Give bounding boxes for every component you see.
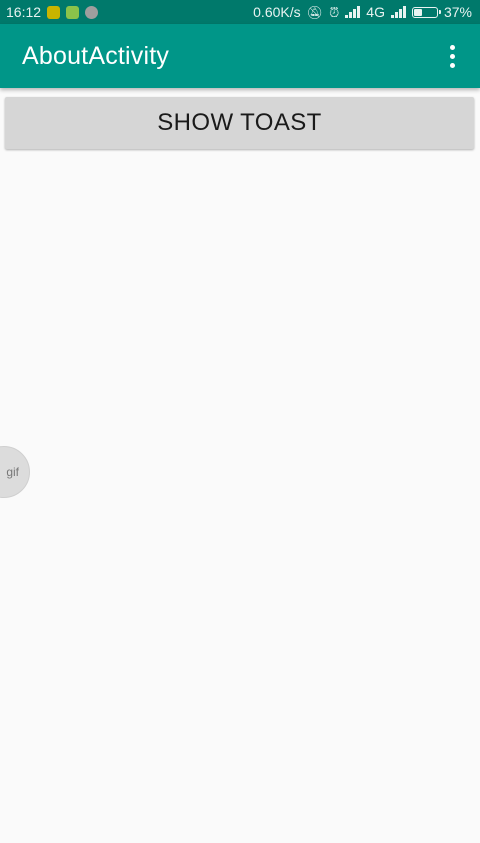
network-type: 4G bbox=[366, 4, 385, 20]
status-bar: 16:12 0.60K/s 🔕︎ ⏰︎ 4G 37% bbox=[0, 0, 480, 24]
app-notification-icon bbox=[47, 5, 61, 19]
alarm-icon: ⏰︎ bbox=[329, 4, 340, 20]
network-speed: 0.60K/s bbox=[253, 4, 301, 20]
signal-icon bbox=[390, 6, 406, 18]
status-bar-left: 16:12 bbox=[6, 4, 99, 20]
show-toast-button[interactable]: SHOW TOAST bbox=[5, 97, 474, 149]
battery-percent: 37% bbox=[443, 4, 472, 20]
status-bar-right: 0.60K/s 🔕︎ ⏰︎ 4G 37% bbox=[253, 4, 472, 20]
status-time: 16:12 bbox=[6, 4, 42, 20]
chat-notification-icon bbox=[66, 5, 80, 19]
battery-icon bbox=[411, 6, 441, 18]
browser-notification-icon bbox=[85, 5, 99, 19]
signal-icon bbox=[345, 6, 361, 18]
app-bar: AboutActivity bbox=[0, 24, 480, 88]
mute-icon: 🔕︎ bbox=[306, 4, 324, 20]
gif-badge[interactable]: gif bbox=[0, 446, 30, 498]
battery-level bbox=[413, 8, 422, 16]
page-title: AboutActivity bbox=[22, 41, 170, 70]
overflow-menu-icon[interactable] bbox=[432, 32, 472, 80]
gif-badge-label: gif bbox=[6, 465, 19, 479]
